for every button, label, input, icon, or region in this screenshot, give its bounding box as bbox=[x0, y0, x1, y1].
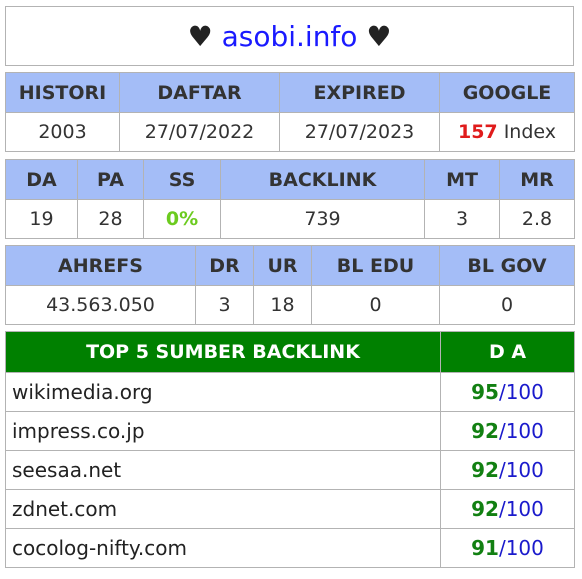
backlink-value: 739 bbox=[220, 199, 425, 239]
ahrefs-value: 43.563.050 bbox=[5, 285, 196, 325]
backlink-domain: impress.co.jp bbox=[5, 411, 441, 451]
header-dr: DR bbox=[195, 245, 254, 286]
header-ahrefs: AHREFS bbox=[5, 245, 196, 286]
da-value: 19 bbox=[5, 199, 78, 239]
header-bl-edu: BL EDU bbox=[311, 245, 440, 286]
header-mr: MR bbox=[499, 159, 575, 200]
score-value: 92 bbox=[471, 497, 499, 521]
pa-value: 28 bbox=[77, 199, 144, 239]
score-value: 95 bbox=[471, 380, 499, 404]
header-mt: MT bbox=[424, 159, 500, 200]
backlink-domain: wikimedia.org bbox=[5, 372, 441, 412]
score-max: 100 bbox=[505, 380, 544, 404]
header-ur: UR bbox=[253, 245, 312, 286]
backlink-score: 91/100 bbox=[440, 528, 575, 568]
ss-percent: 0% bbox=[165, 208, 199, 230]
ahrefs-table: AHREFS DR UR BL EDU BL GOV 43.563.050 3 … bbox=[5, 245, 575, 325]
ur-value: 18 bbox=[253, 285, 312, 325]
google-index-count: 157 bbox=[457, 121, 498, 143]
histori-value: 2003 bbox=[5, 112, 120, 152]
backlink-domain: zdnet.com bbox=[5, 489, 441, 529]
ss-value: 0% bbox=[143, 199, 221, 239]
header-bl-gov: BL GOV bbox=[439, 245, 575, 286]
history-table: HISTORI DAFTAR EXPIRED GOOGLE 2003 27/07… bbox=[5, 72, 575, 152]
da-table: DA PA SS BACKLINK MT MR 19 28 0% 739 3 2… bbox=[5, 159, 575, 239]
header-top-da: D A bbox=[440, 331, 575, 373]
header-top-backlinks: TOP 5 SUMBER BACKLINK bbox=[5, 331, 441, 373]
header-pa: PA bbox=[77, 159, 144, 200]
bl-edu-value: 0 bbox=[311, 285, 440, 325]
backlink-score: 95/100 bbox=[440, 372, 575, 412]
backlink-domain: cocolog-nifty.com bbox=[5, 528, 441, 568]
score-value: 92 bbox=[471, 419, 499, 443]
header-backlink: BACKLINK bbox=[220, 159, 425, 200]
score-max: 100 bbox=[505, 419, 544, 443]
header-daftar: DAFTAR bbox=[119, 72, 280, 113]
heart-icon: ♥ bbox=[366, 19, 392, 53]
mr-value: 2.8 bbox=[499, 199, 575, 239]
header-histori: HISTORI bbox=[5, 72, 120, 113]
table-row: wikimedia.org 95/100 bbox=[5, 372, 575, 412]
score-max: 100 bbox=[505, 458, 544, 482]
header-da: DA bbox=[5, 159, 78, 200]
backlink-domain: seesaa.net bbox=[5, 450, 441, 490]
table-row: impress.co.jp 92/100 bbox=[5, 411, 575, 451]
daftar-value: 27/07/2022 bbox=[119, 112, 280, 152]
google-index-label: Index bbox=[503, 121, 557, 143]
score-slash: / bbox=[498, 419, 506, 443]
title-table: ♥ asobi.info ♥ bbox=[5, 6, 574, 66]
site-name-link[interactable]: asobi.info bbox=[222, 20, 358, 53]
header-ss: SS bbox=[143, 159, 221, 200]
score-value: 92 bbox=[471, 458, 499, 482]
google-value: 157 Index bbox=[439, 112, 575, 152]
score-max: 100 bbox=[505, 536, 544, 560]
table-row: zdnet.com 92/100 bbox=[5, 489, 575, 529]
table-row: cocolog-nifty.com 91/100 bbox=[5, 528, 575, 568]
bl-gov-value: 0 bbox=[439, 285, 575, 325]
score-slash: / bbox=[498, 497, 506, 521]
mt-value: 3 bbox=[424, 199, 500, 239]
backlink-score: 92/100 bbox=[440, 411, 575, 451]
score-max: 100 bbox=[505, 497, 544, 521]
score-value: 91 bbox=[471, 536, 499, 560]
title-cell: ♥ asobi.info ♥ bbox=[5, 6, 574, 66]
score-slash: / bbox=[498, 536, 506, 560]
heart-icon: ♥ bbox=[187, 19, 213, 53]
expired-value: 27/07/2023 bbox=[279, 112, 440, 152]
backlink-score: 92/100 bbox=[440, 450, 575, 490]
header-google: GOOGLE bbox=[439, 72, 575, 113]
top-backlinks-table: TOP 5 SUMBER BACKLINK D A wikimedia.org … bbox=[5, 331, 575, 568]
backlink-score: 92/100 bbox=[440, 489, 575, 529]
score-slash: / bbox=[498, 458, 506, 482]
score-slash: / bbox=[498, 380, 506, 404]
dr-value: 3 bbox=[195, 285, 254, 325]
table-row: seesaa.net 92/100 bbox=[5, 450, 575, 490]
header-expired: EXPIRED bbox=[279, 72, 440, 113]
